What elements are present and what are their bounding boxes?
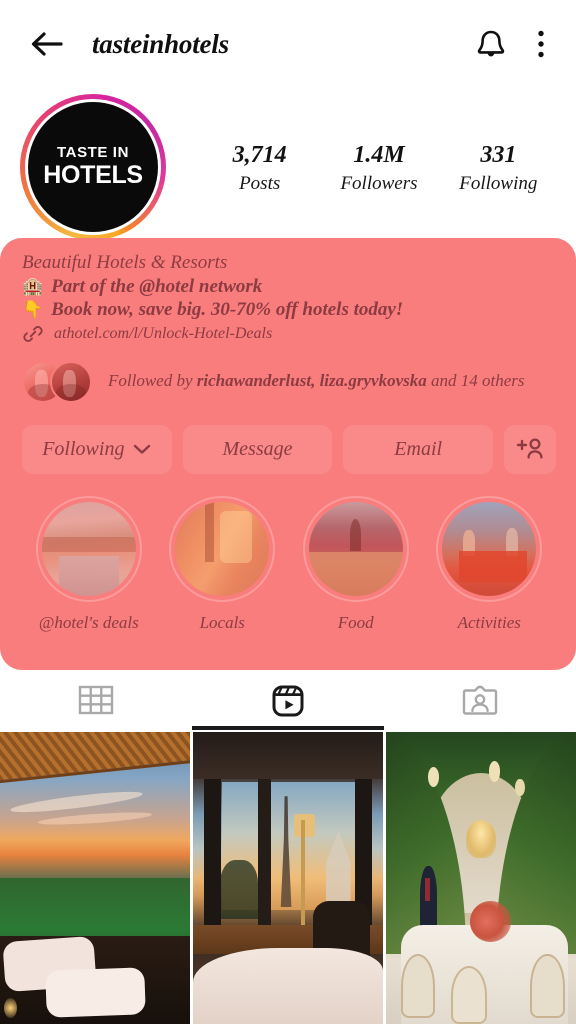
tab-reels[interactable] bbox=[192, 672, 384, 730]
bio-link-text[interactable]: athotel.com/l/Unlock-Hotel-Deals bbox=[54, 325, 272, 343]
active-tab-indicator bbox=[192, 726, 384, 730]
highlight-label: @hotel's deals bbox=[38, 612, 139, 632]
story-highlights-row: @hotel's deals Locals Food Activities bbox=[22, 495, 557, 633]
reels-icon bbox=[272, 685, 304, 717]
profile-picture[interactable]: TASTE IN HOTELS bbox=[20, 94, 166, 240]
hotel-emoji: 🏨 bbox=[22, 276, 44, 297]
stat-followers[interactable]: 1.4M Followers bbox=[319, 142, 438, 195]
followed-by-names[interactable]: richawanderlust, liza.gryvkovska bbox=[197, 371, 427, 390]
tab-grid[interactable] bbox=[0, 672, 192, 730]
bio-title-text: Beautiful Hotels & Resorts bbox=[22, 252, 228, 273]
avatar: TASTE IN HOTELS bbox=[28, 102, 158, 232]
avatar-text-line1: TASTE IN bbox=[56, 143, 130, 161]
followers-count: 1.4M bbox=[353, 142, 405, 168]
message-button-label: Message bbox=[222, 437, 293, 460]
point-down-emoji: 👇 bbox=[22, 300, 44, 321]
arrow-left-icon bbox=[31, 32, 63, 56]
highlight-food[interactable]: Food bbox=[289, 495, 423, 633]
stats-row: 3,714 Posts 1.4M Followers 331 Following bbox=[166, 94, 576, 195]
followers-label: Followers bbox=[340, 172, 418, 194]
link-icon bbox=[23, 325, 43, 342]
grid-icon bbox=[78, 685, 114, 715]
profile-summary-row: TASTE IN HOTELS 3,714 Posts 1.4M Followe… bbox=[0, 88, 576, 240]
tagged-person-icon bbox=[462, 685, 498, 715]
highlight-cover bbox=[308, 501, 403, 596]
highlight-hotels-deals[interactable]: @hotel's deals bbox=[22, 495, 156, 633]
highlight-label: Locals bbox=[199, 612, 245, 632]
bio-link-row[interactable]: athotel.com/l/Unlock-Hotel-Deals bbox=[22, 323, 556, 345]
highlight-cover bbox=[175, 501, 270, 596]
stat-following[interactable]: 331 Following bbox=[439, 142, 558, 195]
post-paris-eiffel-hotel-room[interactable] bbox=[193, 732, 383, 1024]
add-person-button[interactable] bbox=[504, 424, 557, 474]
followed-by-prefix: Followed by bbox=[108, 371, 193, 391]
highlight-locals[interactable]: Locals bbox=[156, 495, 290, 633]
highlight-activities[interactable]: Activities bbox=[423, 495, 557, 633]
following-button[interactable]: Following bbox=[22, 424, 172, 474]
action-buttons-row: Following Message Email bbox=[22, 424, 557, 474]
followed-by-row[interactable]: Followed by richawanderlust, liza.gryvko… bbox=[22, 360, 556, 403]
more-options-button[interactable] bbox=[536, 28, 546, 60]
highlight-cover bbox=[41, 501, 136, 596]
avatar bbox=[50, 360, 92, 403]
bio-line-1: 🏨 Part of the @hotel network bbox=[22, 275, 556, 299]
chevron-down-icon bbox=[134, 444, 151, 454]
followed-by-text: Followed by richawanderlust, liza.gryvko… bbox=[108, 371, 525, 391]
highlight-ring bbox=[35, 495, 142, 602]
bio-line-1-text: Part of the @hotel network bbox=[51, 275, 263, 297]
top-bar-actions bbox=[476, 28, 554, 60]
tab-tagged[interactable] bbox=[384, 672, 576, 730]
highlight-ring bbox=[169, 495, 276, 602]
posts-count: 3,714 bbox=[232, 142, 287, 168]
following-count: 331 bbox=[480, 142, 517, 168]
email-button[interactable]: Email bbox=[343, 424, 494, 474]
highlight-label: Food bbox=[337, 612, 374, 632]
followed-by-suffix: and 14 others bbox=[431, 371, 525, 391]
highlight-ring bbox=[302, 495, 409, 602]
email-button-label: Email bbox=[394, 437, 443, 460]
bell-icon bbox=[477, 30, 505, 57]
profile-tab-bar bbox=[0, 672, 576, 730]
bio-title: Beautiful Hotels & Resorts bbox=[22, 251, 556, 275]
post-rice-field-sunset-bed[interactable] bbox=[0, 732, 190, 1024]
more-vertical-icon bbox=[538, 30, 544, 58]
top-navigation-bar: tasteinhotels bbox=[0, 0, 576, 88]
page-title: tasteinhotels bbox=[92, 28, 229, 59]
message-button[interactable]: Message bbox=[182, 424, 333, 474]
notifications-button[interactable] bbox=[476, 28, 506, 60]
bio-line-2: 👇 Book now, save big. 30-70% off hotels … bbox=[22, 298, 556, 322]
back-button[interactable] bbox=[24, 21, 70, 67]
highlight-cover bbox=[442, 501, 537, 596]
bio-overlay-panel: Beautiful Hotels & Resorts 🏨 Part of the… bbox=[0, 238, 576, 670]
post-grid bbox=[0, 732, 576, 1024]
bio-line-2-text: Book now, save big. 30-70% off hotels to… bbox=[51, 299, 404, 321]
avatar-text-line2: HOTELS bbox=[43, 160, 143, 189]
followed-by-avatars bbox=[22, 360, 98, 403]
post-greenery-arch-banquet-hall[interactable] bbox=[386, 732, 576, 1024]
add-person-icon bbox=[516, 438, 543, 459]
highlight-label: Activities bbox=[457, 612, 521, 632]
instagram-profile-screen: tasteinhotels TASTE IN HOTELS 3,714 Post… bbox=[0, 0, 576, 1024]
following-button-label: Following bbox=[42, 437, 125, 460]
posts-label: Posts bbox=[239, 172, 281, 194]
following-label: Following bbox=[459, 172, 538, 194]
story-ring: TASTE IN HOTELS bbox=[20, 94, 166, 240]
story-ring-inner: TASTE IN HOTELS bbox=[25, 99, 161, 235]
highlight-ring bbox=[436, 495, 543, 602]
stat-posts[interactable]: 3,714 Posts bbox=[200, 142, 319, 195]
